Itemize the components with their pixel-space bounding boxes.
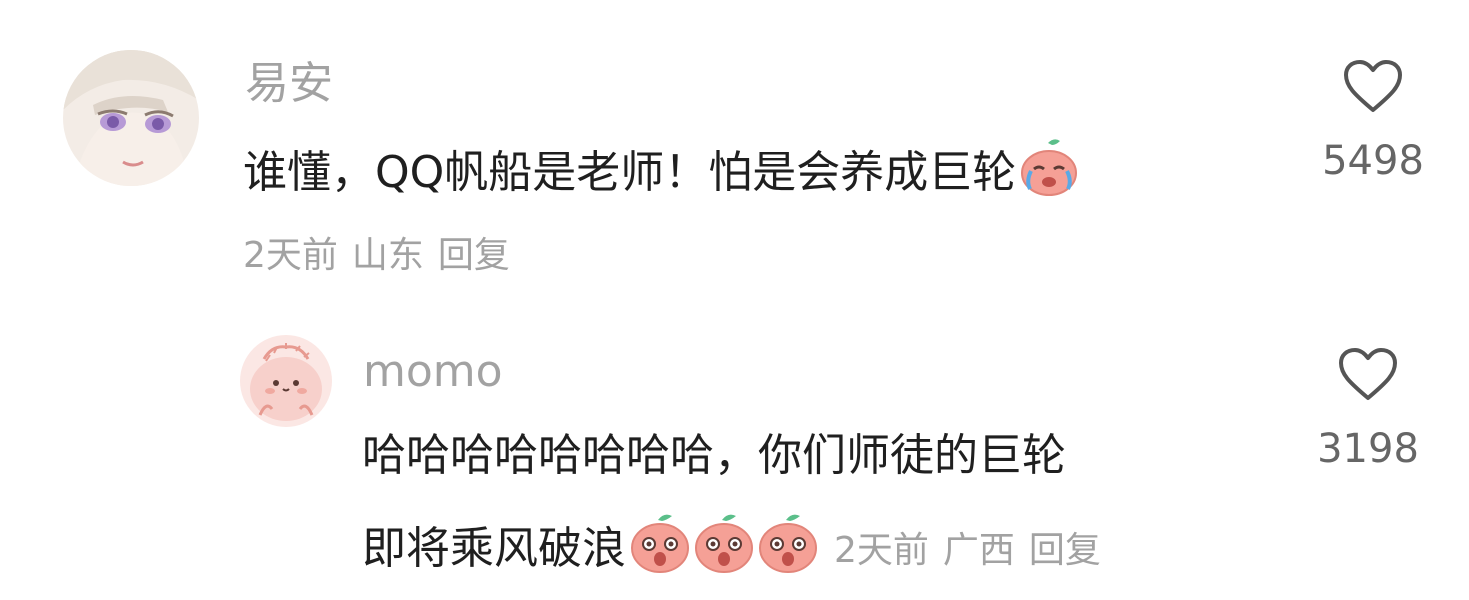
comment-text-line-1: 哈哈哈哈哈哈哈哈，你们师徒的巨轮	[362, 430, 1066, 481]
comment-meta: 2天前 山东 回复	[243, 232, 510, 280]
like-count: 3198	[1317, 426, 1419, 472]
comment-location: 广西	[942, 530, 1015, 571]
crying-peach-emoji	[1018, 137, 1080, 213]
heart-outline-icon	[1339, 348, 1397, 400]
comment-time: 2天前	[243, 235, 338, 276]
username[interactable]: momo	[363, 346, 503, 398]
reply-button[interactable]: 回复	[1029, 530, 1101, 571]
reply-button[interactable]: 回复	[438, 235, 510, 276]
like-button[interactable]: 5498	[1318, 58, 1428, 186]
comment-text-content: 即将乘风破浪	[362, 523, 626, 574]
avatar[interactable]	[63, 50, 199, 186]
avatar[interactable]	[240, 335, 332, 427]
comment-time: 2天前	[834, 530, 929, 571]
like-button[interactable]: 3198	[1313, 346, 1423, 474]
comment-thread: 易安 谁懂，QQ帆船是老师！怕是会养成巨轮 2天前 山东 回复 5498 mom…	[0, 0, 1469, 600]
heart-outline-icon	[1344, 60, 1402, 112]
shocked-peach-emoji	[692, 510, 756, 592]
comment-item: 易安 谁懂，QQ帆船是老师！怕是会养成巨轮 2天前 山东 回复 5498	[0, 0, 1469, 300]
like-count: 5498	[1322, 138, 1424, 184]
shocked-peach-emoji	[628, 510, 692, 592]
comment-location: 山东	[351, 235, 424, 276]
comment-text-content: 谁懂，QQ帆船是老师！怕是会养成巨轮	[243, 147, 1017, 198]
shocked-peach-emoji	[756, 510, 820, 592]
comment-meta: 2天前 广西 回复	[834, 527, 1101, 575]
comment-text: 谁懂，QQ帆船是老师！怕是会养成巨轮	[243, 137, 1080, 213]
username[interactable]: 易安	[245, 58, 333, 110]
reply-comment-item: momo 哈哈哈哈哈哈哈哈，你们师徒的巨轮 即将乘风破浪 2天前 广西 回复 3…	[0, 300, 1469, 600]
comment-text-line-2: 即将乘风破浪 2天前 广西 回复	[362, 510, 1101, 592]
